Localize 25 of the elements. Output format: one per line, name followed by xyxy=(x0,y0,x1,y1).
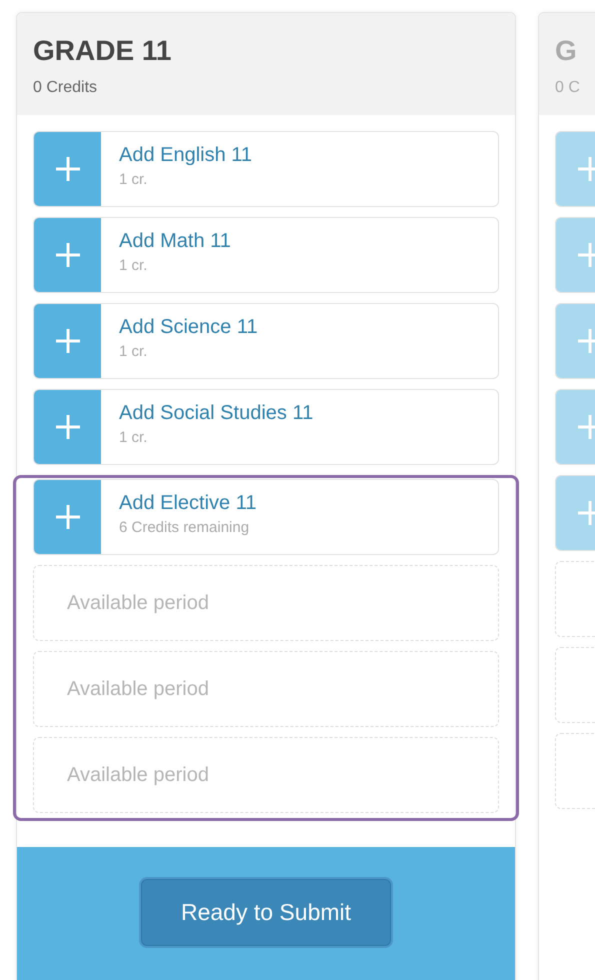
course-credits: 1 cr. xyxy=(119,171,148,188)
course-name: Add Social Studies 11 xyxy=(119,402,314,425)
plus-icon xyxy=(34,304,101,378)
course-name: Add Elective 11 xyxy=(119,492,256,515)
course-name: Add Math 11 xyxy=(119,230,231,253)
grade-title: G xyxy=(555,35,578,67)
add-course-item[interactable]: Add Elective 11 6 Credits remaining xyxy=(33,479,499,555)
plus-icon xyxy=(34,218,101,292)
plus-icon xyxy=(34,480,101,554)
credits-total: 0 Credits xyxy=(33,79,98,97)
course-credits: 1 cr. xyxy=(119,343,148,360)
add-course-item[interactable]: Add English 11 1 cr. xyxy=(33,131,499,207)
add-course-item[interactable]: Add Social Studies 11 1 cr. xyxy=(33,389,499,465)
course-credits: 1 cr. xyxy=(119,257,148,274)
course-name: Add English 11 xyxy=(119,144,252,167)
course-name: Add Science 11 xyxy=(119,316,258,339)
plus-icon xyxy=(34,390,101,464)
course-credits: 1 cr. xyxy=(119,429,148,446)
add-course-item[interactable]: Add Science 11 1 cr. xyxy=(33,303,499,379)
credits-remaining: 6 Credits remaining xyxy=(119,519,250,536)
grade-title: GRADE 11 xyxy=(33,35,172,67)
add-course-item[interactable]: Add Math 11 1 cr. xyxy=(33,217,499,293)
plus-icon xyxy=(34,132,101,206)
submit-button[interactable]: Ready to Submit xyxy=(139,877,393,948)
credits-total: 0 C xyxy=(555,79,581,97)
